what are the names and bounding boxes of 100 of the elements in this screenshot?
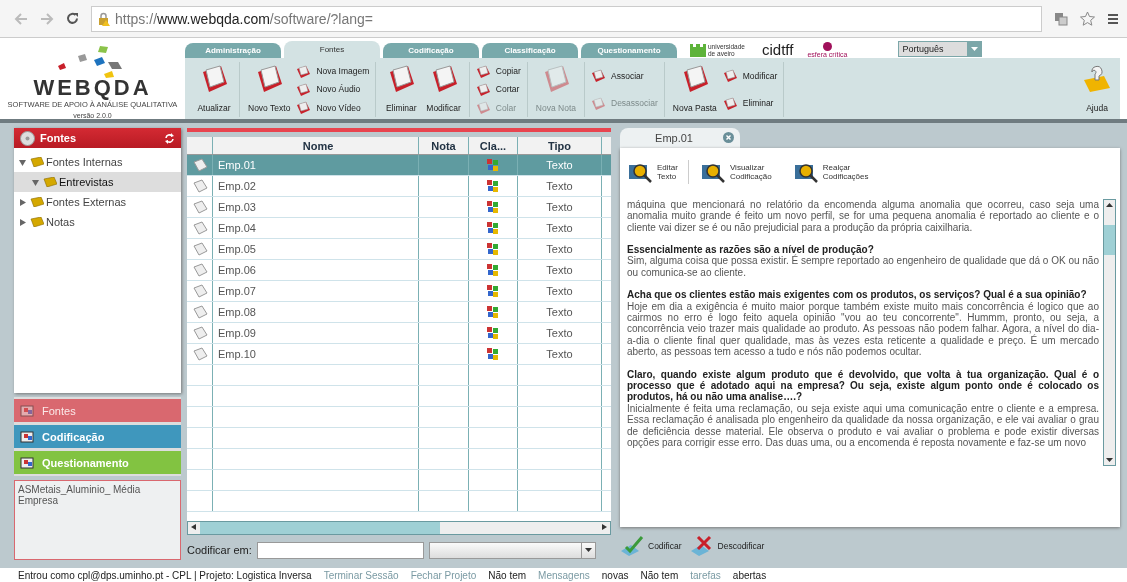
vertical-scrollbar[interactable] [1103, 198, 1116, 466]
table-row[interactable]: Emp.07 Texto [187, 281, 611, 302]
toolbar-button[interactable]: Novo Texto [246, 62, 293, 117]
table-row[interactable]: Emp.04 Texto [187, 218, 611, 239]
code-select[interactable] [428, 541, 596, 559]
table-cell: Texto [518, 281, 602, 301]
table-cell: Texto [518, 323, 602, 343]
status-text: Não tem [488, 569, 527, 581]
question-folder-icon [1082, 64, 1112, 94]
toolbar-button[interactable]: Eliminar [382, 62, 421, 117]
table-cell: Texto [518, 155, 602, 175]
folder-icon [28, 217, 44, 227]
tree-item[interactable]: Notas [14, 212, 181, 232]
cross-icon [689, 535, 714, 558]
back-icon[interactable] [14, 12, 28, 25]
document-icon [191, 158, 208, 172]
scrollbar-thumb[interactable] [1104, 224, 1115, 255]
toolbar-button[interactable]: Novo Áudio [296, 83, 370, 96]
document-paragraph: Hoje em dia a exigência é muito maior porque também existe muito mais concorrência é logico que ao cairmos no erro é logo feito aquela opinião "vou ao teu concorrente". Hummm, pronto, ou seja, a concorrência veio trazer mais qualidade ao produto. As pessoas não podem falhar. Agora, a nível do dia-a-dia o cliente final quer qualidade, mas às vezes esta reticente a qualidade e preço. É um mercado aberto, as pessoas tem acesso a tudo e nós não podemos ocultar. [627, 300, 1099, 358]
colored-blocks-icon [486, 242, 500, 256]
table-cell: Emp.01 [213, 155, 419, 175]
status-text: Entrou como cpl@dps.uminho.pt - CPL | Projeto: Logistica Inversa [18, 569, 312, 581]
page-icon [722, 96, 738, 110]
close-icon[interactable] [723, 132, 734, 144]
lock-warning-icon [97, 11, 111, 26]
folder-icon [28, 157, 44, 167]
star-icon[interactable] [1080, 11, 1095, 26]
document-icon [191, 347, 208, 361]
page-icon [591, 69, 606, 83]
partner-logo-text: cidtff [762, 42, 794, 58]
column-header[interactable]: Nome [213, 137, 419, 154]
address-bar[interactable]: https://www.webqda.com/software/?lang= [91, 5, 1042, 32]
colored-blocks-icon [486, 347, 500, 361]
table-row[interactable]: Emp.10 Texto [187, 344, 611, 365]
coding-button[interactable]: Codificar [620, 535, 682, 558]
toolbar-button[interactable]: Modificar [722, 69, 778, 83]
menu-icon[interactable] [1107, 12, 1119, 25]
table-cell: Emp.05 [213, 239, 419, 259]
field-label: Codificar em: [187, 544, 252, 556]
table-row[interactable]: Emp.06 Texto [187, 260, 611, 281]
toolbar-button[interactable]: Atualizar [195, 62, 233, 117]
caret-icon [584, 548, 592, 552]
table-cell: Emp.07 [213, 281, 419, 301]
column-header[interactable]: Tipo [518, 137, 602, 154]
caret-icon [971, 47, 978, 51]
toolbar-button[interactable]: Cortar [475, 83, 521, 96]
toolbar-button[interactable]: Novo Vídeo [296, 101, 370, 115]
toolbar-button[interactable]: Eliminar [722, 96, 778, 110]
folder-icon [28, 197, 44, 207]
document-icon [191, 263, 208, 277]
table-cell: Emp.04 [213, 218, 419, 238]
table-row[interactable]: Emp.02 Texto [187, 176, 611, 197]
caret-icon [19, 198, 26, 206]
document-icon [191, 179, 208, 193]
horizontal-scrollbar[interactable] [187, 521, 611, 535]
reload-icon[interactable] [66, 12, 79, 25]
sidebar-title: Fontes [40, 132, 78, 144]
document-icon [191, 326, 208, 340]
table-row[interactable]: Emp.09 Texto [187, 323, 611, 344]
colored-blocks-icon [486, 305, 500, 319]
table-cell: Emp.03 [213, 197, 419, 217]
description-field[interactable]: ASMetais_Aluminio_ Média Empresa [14, 480, 181, 560]
table-cell: Emp.09 [213, 323, 419, 343]
toolbar-button[interactable]: Nova Imagem [296, 64, 370, 78]
colored-blocks-icon [486, 263, 500, 277]
code-input-field[interactable] [256, 541, 424, 559]
table-cell: Emp.02 [213, 176, 419, 196]
toolbar-button[interactable]: Associar [591, 69, 658, 83]
status-text: abertas [732, 569, 767, 581]
document-paragraph: máquina que mencionará no relatório da encomenda alguma anomalia que ocorreu, caso seja uma anomalia muito grande é feito um novo perfil, se for uma pequena anomalia é reportado ao cliente e o cliente vai dizer se é ou não prejudicial para a produção da própria caixilharia. [627, 198, 1099, 233]
table-row[interactable]: Emp.03 Texto [187, 197, 611, 218]
column-header[interactable]: Cla... [469, 137, 518, 154]
column-header[interactable]: Nota [419, 137, 469, 154]
table-row[interactable]: Emp.08 Texto [187, 302, 611, 323]
table-row[interactable]: Emp.05 Texto [187, 239, 611, 260]
forward-icon[interactable] [40, 12, 54, 25]
scrollbar-thumb[interactable] [200, 522, 440, 534]
refresh-icon[interactable] [164, 132, 175, 144]
ribbon-tab[interactable]: Fontes [284, 41, 380, 58]
table-cell: Texto [518, 239, 602, 259]
colored-blocks-icon [486, 221, 500, 235]
tree-item[interactable]: Fontes Internas [14, 152, 181, 172]
document-icon [191, 284, 208, 298]
translate-icon[interactable] [1054, 11, 1068, 26]
document-tool-button[interactable]: Editar Texto [628, 159, 689, 184]
document-tool-button[interactable]: Visualizar Codificação [700, 159, 782, 184]
toolbar-button[interactable]: Modificar [424, 62, 463, 117]
tree-item[interactable]: Fontes Externas [14, 192, 181, 212]
coding-button[interactable]: Descodificar [689, 535, 765, 558]
tree-item[interactable]: Entrevistas [14, 172, 181, 192]
document-tab[interactable]: Emp.01 [620, 128, 740, 148]
page-icon [722, 69, 738, 83]
toolbar-button[interactable]: Copiar [475, 64, 521, 78]
disc-icon [20, 130, 35, 146]
table-cell: Texto [518, 260, 602, 280]
page-icon [475, 83, 491, 96]
toolbar-button[interactable]: Nova Pasta [670, 62, 719, 117]
help-button[interactable]: Ajuda [1078, 62, 1116, 117]
document-tool-button[interactable]: Realçar Codificações [793, 159, 879, 184]
language-select[interactable]: Português [898, 41, 983, 57]
